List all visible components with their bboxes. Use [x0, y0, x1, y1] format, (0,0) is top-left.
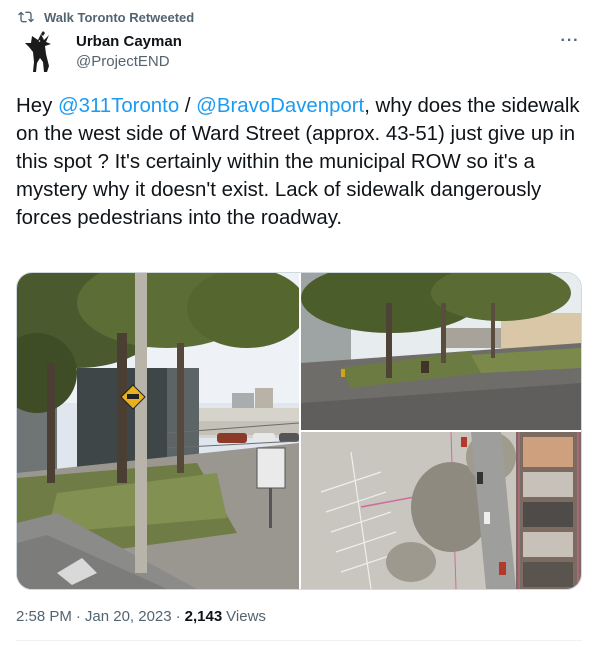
alligator-figure-avatar — [18, 30, 62, 74]
retweet-icon — [18, 9, 34, 25]
meta-separator: · — [75, 608, 81, 625]
divider — [16, 640, 582, 641]
tweet-text-separator: / — [179, 95, 197, 117]
street-photo-parking-lot — [301, 273, 581, 430]
tweet-meta: 2:58 PM · Jan 20, 2023 · 2,143 Views — [16, 608, 266, 625]
media-grid — [16, 272, 582, 590]
retweet-header[interactable]: Walk Toronto Retweeted — [18, 8, 194, 26]
tweet-date[interactable]: Jan 20, 2023 — [85, 608, 172, 625]
meta-separator: · — [175, 608, 181, 625]
mention-bravodavenport[interactable]: @BravoDavenport — [196, 95, 364, 117]
mention-311toronto[interactable]: @311Toronto — [58, 95, 179, 117]
more-options-button[interactable]: ··· — [558, 30, 582, 52]
author-block[interactable]: Urban Cayman @ProjectEND — [76, 32, 182, 71]
more-options-icon: ··· — [560, 32, 580, 49]
aerial-map-photo — [301, 432, 581, 589]
author-handle[interactable]: @ProjectEND — [76, 52, 182, 71]
photo-aerial-view[interactable] — [301, 432, 581, 589]
photo-parking-area[interactable] — [301, 273, 581, 430]
tweet-time[interactable]: 2:58 PM — [16, 608, 72, 625]
views-label: Views — [226, 608, 266, 625]
street-photo-sidewalk-end — [17, 273, 299, 589]
avatar[interactable] — [18, 30, 62, 74]
views-count: 2,143 — [184, 608, 223, 625]
author-name[interactable]: Urban Cayman — [76, 32, 182, 51]
tweet-text: Hey @311Toronto / @BravoDavenport, why d… — [16, 92, 588, 232]
photo-street-sidewalk[interactable] — [17, 273, 299, 589]
tweet-text-prefix: Hey — [16, 95, 58, 117]
retweet-label: Walk Toronto Retweeted — [44, 9, 195, 25]
